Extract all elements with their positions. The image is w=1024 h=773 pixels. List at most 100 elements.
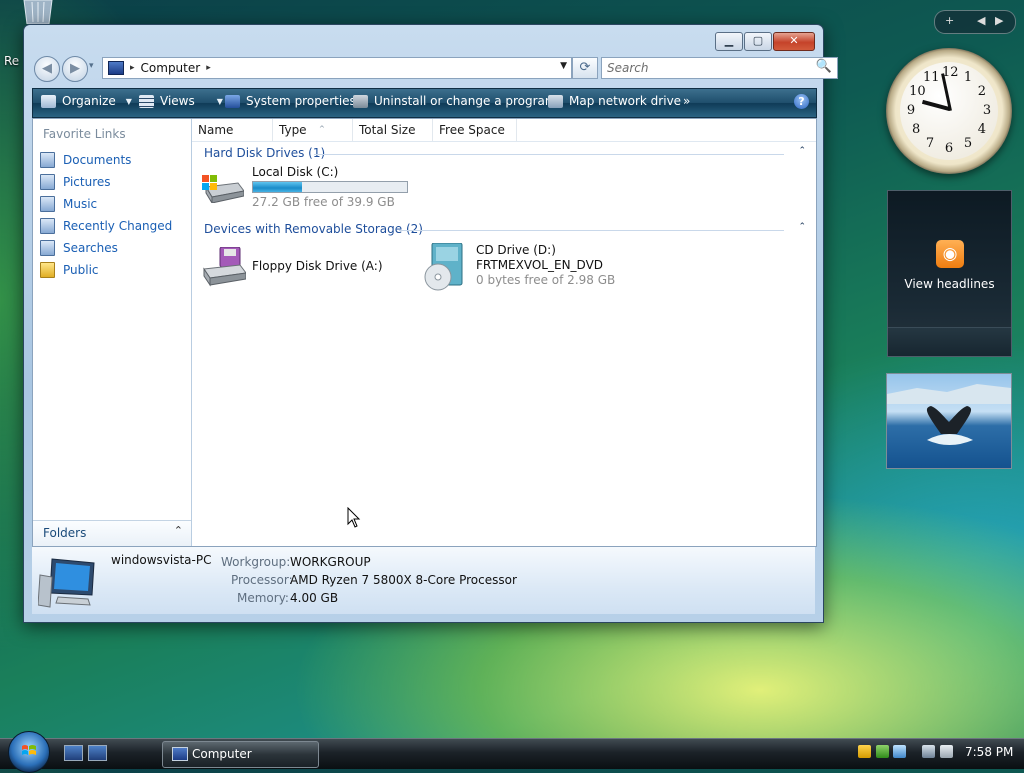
- drive-volume-label: FRTMEXVOL_EN_DVD: [476, 258, 604, 272]
- clock-numeral: 5: [963, 135, 973, 151]
- taskbar-clock[interactable]: 7:58 PM: [965, 745, 1013, 759]
- map-network-drive-button[interactable]: Map network drive: [548, 94, 681, 108]
- back-arrow-icon: ◀: [42, 61, 52, 76]
- views-button[interactable]: Views ▼: [139, 94, 223, 108]
- minimize-button[interactable]: ▁: [715, 32, 743, 51]
- sidebar-prev-button[interactable]: ◀: [977, 14, 985, 27]
- column-total-size[interactable]: Total Size: [353, 119, 433, 141]
- music-icon: [40, 196, 55, 212]
- breadcrumb-separator[interactable]: ▸: [206, 63, 211, 73]
- refresh-button[interactable]: ⟳: [572, 57, 598, 79]
- command-bar: Organize ▼ Views ▼ System properties Unins…: [32, 88, 817, 118]
- drive-free-space: 27.2 GB free of 39.9 GB: [252, 195, 395, 209]
- mouse-cursor-icon: [347, 507, 361, 528]
- breadcrumb-separator[interactable]: ▸: [130, 63, 135, 73]
- network-drive-icon: [548, 94, 563, 108]
- capacity-bar: [252, 181, 408, 193]
- group-header-hard-disk-drives[interactable]: Hard Disk Drives (1): [204, 146, 325, 160]
- group-divider: [314, 154, 784, 155]
- system-properties-label: System properties: [246, 94, 356, 108]
- organize-button[interactable]: Organize ▼: [41, 94, 132, 108]
- feed-headlines-gadget[interactable]: ◉ View headlines: [887, 190, 1012, 357]
- maximize-button[interactable]: ▢: [744, 32, 772, 51]
- chevron-up-icon: ⌃: [173, 524, 183, 537]
- navigation-bar: ◀ ▶ ▾ ▸ Computer ▸ ▼ ⟳ Search 🔍: [32, 55, 838, 82]
- favorite-link-documents[interactable]: Documents: [40, 151, 131, 169]
- forward-button[interactable]: ▶: [62, 56, 88, 82]
- security-shield-icon[interactable]: [858, 745, 871, 758]
- clock-face: 12 1 2 3 4 5 6 7 8 9 10 11: [900, 62, 998, 160]
- clock-numeral: 9: [906, 103, 916, 118]
- breadcrumb-computer[interactable]: Computer: [141, 61, 201, 75]
- cd-drive-icon: [424, 243, 463, 291]
- taskbar-button-computer[interactable]: Computer: [162, 741, 319, 768]
- folders-toggle[interactable]: Folders ⌃: [33, 520, 191, 546]
- programs-icon: [353, 94, 368, 108]
- caption-buttons: ▁ ▢ ✕: [715, 32, 815, 51]
- slideshow-gadget[interactable]: [886, 373, 1012, 469]
- column-headers: Name Type ^ Total Size Free Space: [192, 119, 816, 142]
- favorite-link-recently-changed[interactable]: Recently Changed: [40, 217, 172, 235]
- drive-item-local-disk-c[interactable]: Local Disk (C:) 27.2 GB free of 39.9 GB: [200, 165, 420, 209]
- feed-footer: [888, 327, 1011, 356]
- explorer-window: ▁ ▢ ✕ ◀ ▶ ▾ ▸ Computer ▸ ▼ ⟳ Search 🔍 Or…: [23, 24, 838, 623]
- chevron-up-icon[interactable]: ⌃: [798, 222, 806, 232]
- forward-arrow-icon: ▶: [70, 61, 80, 76]
- search-box[interactable]: Search 🔍: [601, 57, 838, 79]
- floppy-drive-icon: [203, 247, 246, 287]
- network-icon[interactable]: [922, 745, 935, 758]
- uninstall-label: Uninstall or change a program: [374, 94, 557, 108]
- favorite-link-music[interactable]: Music: [40, 195, 97, 213]
- show-desktop-icon[interactable]: [64, 745, 83, 761]
- clock-numeral: 7: [925, 135, 935, 151]
- system-properties-button[interactable]: System properties: [225, 94, 356, 108]
- sort-indicator-icon: ^: [319, 125, 325, 133]
- favorite-link-searches[interactable]: Searches: [40, 239, 118, 257]
- toolbar-overflow-button[interactable]: »: [683, 94, 690, 108]
- uninstall-program-button[interactable]: Uninstall or change a program: [353, 94, 557, 108]
- volume-muted-icon[interactable]: [940, 745, 953, 758]
- sidebar-controls: + ◀ ▶: [934, 10, 1016, 34]
- memory-value: 4.00 GB: [290, 591, 339, 605]
- column-free-space[interactable]: Free Space: [433, 119, 517, 141]
- recycle-bin-icon[interactable]: [18, 0, 58, 24]
- recent-pages-dropdown[interactable]: ▾: [89, 61, 94, 71]
- processor-label: Processor:: [231, 573, 293, 587]
- view-headlines-label[interactable]: View headlines: [888, 277, 1011, 291]
- help-icon[interactable]: ?: [794, 94, 809, 109]
- start-button[interactable]: [8, 731, 50, 773]
- address-bar[interactable]: ▸ Computer ▸ ▼: [102, 57, 572, 79]
- column-type[interactable]: Type ^: [273, 119, 353, 141]
- recycle-bin-label: Re: [4, 54, 20, 68]
- memory-label: Memory:: [237, 591, 289, 605]
- drive-item-floppy-a[interactable]: Floppy Disk Drive (A:): [200, 243, 400, 287]
- close-button[interactable]: ✕: [773, 32, 815, 51]
- add-gadget-button[interactable]: +: [945, 14, 954, 27]
- chevron-up-icon[interactable]: ⌃: [798, 146, 806, 156]
- clock-gadget[interactable]: 12 1 2 3 4 5 6 7 8 9 10 11: [886, 48, 1012, 174]
- drive-item-cd-d[interactable]: CD Drive (D:) FRTMEXVOL_EN_DVD 0 bytes f…: [422, 243, 642, 291]
- windows-update-icon[interactable]: [876, 745, 889, 758]
- search-icon[interactable]: 🔍: [816, 59, 832, 74]
- processor-value: AMD Ryzen 7 5800X 8-Core Processor: [290, 573, 517, 587]
- organize-icon: [41, 94, 56, 108]
- group-header-removable-storage[interactable]: Devices with Removable Storage (2): [204, 222, 423, 236]
- defender-icon[interactable]: [893, 745, 906, 758]
- clock-numeral: 2: [977, 84, 987, 99]
- address-dropdown[interactable]: ▼: [560, 61, 567, 71]
- folders-label: Folders: [43, 526, 87, 540]
- clock-numeral: 10: [909, 84, 926, 99]
- system-properties-icon: [225, 94, 240, 108]
- map-drive-label: Map network drive: [569, 94, 682, 108]
- clock-numeral: 8: [911, 122, 921, 137]
- back-button[interactable]: ◀: [34, 56, 60, 82]
- column-name[interactable]: Name: [192, 119, 273, 141]
- sidebar-next-button[interactable]: ▶: [995, 14, 1003, 27]
- favorite-link-pictures[interactable]: Pictures: [40, 173, 111, 191]
- searches-icon: [40, 240, 55, 256]
- navigation-pane: Favorite Links Documents Pictures Music …: [33, 119, 192, 546]
- favorite-link-public[interactable]: Public: [40, 261, 99, 279]
- computer-icon: [172, 747, 188, 761]
- switch-windows-icon[interactable]: [88, 745, 107, 761]
- clock-numeral: 4: [977, 122, 987, 137]
